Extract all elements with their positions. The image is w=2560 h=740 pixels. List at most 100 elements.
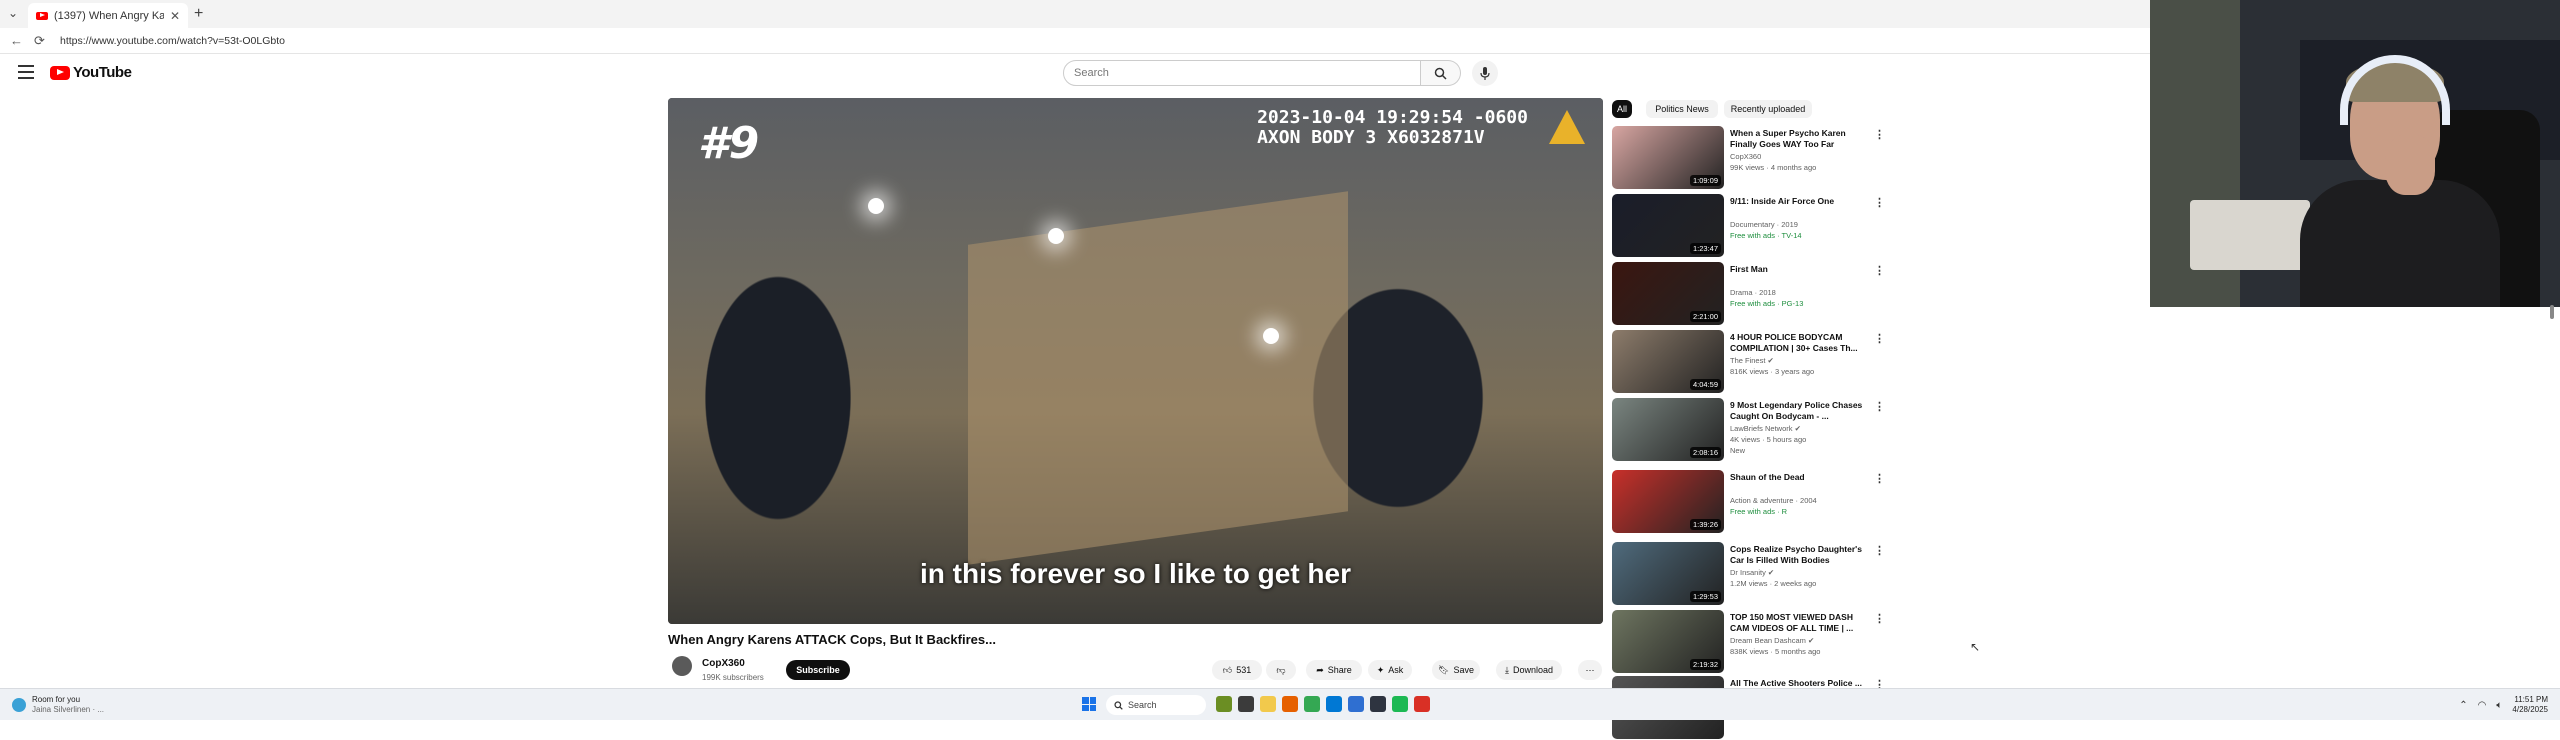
taskbar-app-explorer-icon[interactable] bbox=[1260, 696, 1276, 712]
recommendation-duration: 1:29:53 bbox=[1689, 591, 1721, 602]
recommendation-thumbnail[interactable]: 2:19:32 bbox=[1612, 610, 1724, 673]
dislike-button[interactable]: 👎︎ bbox=[1266, 660, 1296, 680]
recommendation-thumbnail[interactable]: 2:21:00 bbox=[1612, 262, 1724, 325]
video-frame-wall bbox=[968, 191, 1348, 565]
taskbar-app-files-icon[interactable] bbox=[1238, 696, 1254, 712]
more-vert-icon[interactable]: ⋮ bbox=[1874, 128, 1885, 141]
recommendation-item[interactable]: 1:39:26 Shaun of the Dead Action & adventu… bbox=[1612, 470, 1885, 534]
webcam-background bbox=[2190, 200, 2310, 270]
recommendation-item[interactable]: 2:21:00 First Man Drama · 2018 Free with ad… bbox=[1612, 262, 1885, 326]
taskbar-app-spotify-icon[interactable] bbox=[1392, 696, 1408, 712]
video-player[interactable]: #9 2023-10-04 19:29:54 -0600 AXON BODY 3… bbox=[668, 98, 1603, 624]
url-text: https://www.youtube.com/watch?v=53t-O0LG… bbox=[60, 35, 285, 47]
start-button[interactable] bbox=[1082, 697, 1096, 711]
recommendation-title[interactable]: When a Super Psycho Karen Finally Goes W… bbox=[1730, 128, 1870, 150]
voice-search-button[interactable] bbox=[1472, 60, 1498, 86]
recommendation-title[interactable]: 4 HOUR POLICE BODYCAM COMPILATION | 30+ … bbox=[1730, 332, 1870, 354]
webcam-person-hand bbox=[2385, 135, 2435, 195]
bookmark-icon: 🔖︎ bbox=[1438, 664, 1450, 675]
more-vert-icon[interactable]: ⋮ bbox=[1874, 612, 1885, 625]
more-vert-icon[interactable]: ⋮ bbox=[1874, 332, 1885, 345]
more-vert-icon[interactable]: ⋮ bbox=[1874, 264, 1885, 277]
back-icon[interactable]: ← bbox=[10, 33, 23, 48]
tab-close-icon[interactable]: ✕ bbox=[170, 9, 180, 23]
taskbar-app-chrome-icon[interactable] bbox=[1304, 696, 1320, 712]
url-field[interactable]: https://www.youtube.com/watch?v=53t-O0LG… bbox=[60, 32, 2120, 50]
wifi-icon[interactable]: ◠ bbox=[2478, 700, 2487, 711]
channel-name[interactable]: CopX360 bbox=[702, 658, 745, 669]
chip-recently-uploaded[interactable]: Recently uploaded bbox=[1724, 100, 1812, 118]
clock[interactable]: 11:51 PM 4/28/2025 bbox=[2512, 695, 2548, 715]
recommendation-item[interactable]: 1:23:47 9/11: Inside Air Force One Documen… bbox=[1612, 194, 1885, 258]
tab-menu-icon[interactable]: ⌄ bbox=[8, 6, 18, 20]
clock-date: 4/28/2025 bbox=[2512, 705, 2548, 714]
search-input[interactable]: Search bbox=[1063, 60, 1421, 86]
taskbar-search-label: Search bbox=[1128, 700, 1157, 710]
new-tab-button[interactable]: + bbox=[194, 5, 203, 23]
recommendation-thumbnail[interactable]: 1:29:53 bbox=[1612, 542, 1724, 605]
taskbar-app-edge-icon[interactable] bbox=[1326, 696, 1342, 712]
taskbar: Room for you Jaina Silverlinen · ... Sea… bbox=[0, 688, 2560, 720]
subscribe-button[interactable]: Subscribe bbox=[786, 660, 850, 680]
more-vert-icon[interactable]: ⋮ bbox=[1874, 544, 1885, 557]
recommendation-duration: 2:21:00 bbox=[1689, 311, 1721, 322]
taskbar-app-firefox-icon[interactable] bbox=[1282, 696, 1298, 712]
recommendation-title[interactable]: 9/11: Inside Air Force One bbox=[1730, 196, 1870, 207]
webcam-person-body bbox=[2300, 180, 2500, 307]
download-button[interactable]: ⤓ Download bbox=[1496, 660, 1562, 680]
share-button[interactable]: ➦ Share bbox=[1306, 660, 1362, 680]
menu-icon[interactable] bbox=[18, 65, 34, 79]
taskbar-app-chromium-icon[interactable] bbox=[1414, 696, 1430, 712]
recommendation-thumbnail[interactable]: 2:08:16 bbox=[1612, 398, 1724, 461]
volume-icon[interactable]: 🔈︎ bbox=[2496, 700, 2502, 711]
taskbar-app-store-icon[interactable] bbox=[1348, 696, 1364, 712]
chip-all[interactable]: All bbox=[1612, 100, 1632, 118]
recommendation-thumbnail[interactable]: 1:23:47 bbox=[1612, 194, 1724, 257]
youtube-logo[interactable]: YouTube bbox=[50, 64, 132, 81]
recommendation-thumbnail[interactable]: 1:39:26 bbox=[1612, 470, 1724, 533]
taskbar-search[interactable]: Search bbox=[1106, 695, 1206, 715]
recommendation-item[interactable]: 1:29:53 Cops Realize Psycho Daughter's Ca… bbox=[1612, 542, 1885, 606]
recommendation-meta: 816K views · 3 years ago bbox=[1730, 367, 1815, 376]
recommendation-title[interactable]: First Man bbox=[1730, 264, 1870, 275]
share-icon: ➦ bbox=[1316, 664, 1324, 675]
bodycam-datetime: 2023-10-04 19:29:54 -0600 bbox=[1257, 107, 1528, 128]
more-vert-icon[interactable]: ⋮ bbox=[1874, 472, 1885, 485]
recommendation-thumbnail[interactable]: 4:04:59 bbox=[1612, 330, 1724, 393]
weather-widget[interactable]: Room for you Jaina Silverlinen · ... bbox=[12, 695, 104, 715]
page-scrollbar[interactable] bbox=[2550, 305, 2554, 319]
save-button[interactable]: 🔖︎ Save bbox=[1432, 660, 1480, 680]
search-placeholder: Search bbox=[1074, 67, 1109, 79]
more-vert-icon[interactable]: ⋮ bbox=[1874, 196, 1885, 209]
recommendation-duration: 1:09:09 bbox=[1689, 175, 1721, 186]
reload-icon[interactable]: ⟳ bbox=[34, 33, 45, 49]
recommendation-item[interactable]: 2:19:32 TOP 150 MOST VIEWED DASH CAM VIDE… bbox=[1612, 610, 1885, 674]
recommendation-thumbnail[interactable]: 1:09:09 bbox=[1612, 126, 1724, 189]
recommendation-title[interactable]: Cops Realize Psycho Daughter's Car Is Fi… bbox=[1730, 544, 1870, 566]
recommendation-item[interactable]: 2:08:16 9 Most Legendary Police Chases Ca… bbox=[1612, 398, 1885, 462]
chevron-up-icon[interactable]: ⌃ bbox=[2459, 700, 2467, 711]
more-vert-icon[interactable]: ⋮ bbox=[1874, 400, 1885, 413]
axon-logo-icon bbox=[1549, 110, 1585, 144]
like-button[interactable]: 👍︎ 531 bbox=[1212, 660, 1262, 680]
video-caption: in this forever so I like to get her bbox=[920, 558, 1351, 589]
channel-avatar[interactable] bbox=[672, 656, 692, 676]
recommendation-meta: Free with ads · PG-13 bbox=[1730, 299, 1804, 308]
chip-politics-news[interactable]: Politics News bbox=[1646, 100, 1718, 118]
bodycam-device: AXON BODY 3 X6032871V bbox=[1257, 127, 1485, 148]
recommendation-meta: Free with ads · R bbox=[1730, 507, 1788, 516]
recommendation-title[interactable]: Shaun of the Dead bbox=[1730, 472, 1870, 483]
search-button[interactable] bbox=[1421, 60, 1461, 86]
taskbar-app-photos-icon[interactable] bbox=[1216, 696, 1232, 712]
share-label: Share bbox=[1327, 665, 1352, 675]
recommendation-title[interactable]: 9 Most Legendary Police Chases Caught On… bbox=[1730, 400, 1870, 422]
ask-button[interactable]: ✦ Ask bbox=[1368, 660, 1412, 680]
more-actions-button[interactable]: ⋯ bbox=[1578, 660, 1602, 680]
browser-tab-active[interactable]: (1397) When Angry Karens A ✕ bbox=[28, 3, 188, 28]
taskbar-app-terminal-icon[interactable] bbox=[1370, 696, 1386, 712]
recommendation-channel: Dream Bean Dashcam ✔ bbox=[1730, 636, 1815, 645]
recommendation-item[interactable]: 1:09:09 When a Super Psycho Karen Finally… bbox=[1612, 126, 1885, 190]
recommendation-title[interactable]: TOP 150 MOST VIEWED DASH CAM VIDEOS OF A… bbox=[1730, 612, 1870, 634]
ask-label: Ask bbox=[1388, 665, 1404, 675]
recommendation-item[interactable]: 4:04:59 4 HOUR POLICE BODYCAM COMPILATION… bbox=[1612, 330, 1885, 394]
